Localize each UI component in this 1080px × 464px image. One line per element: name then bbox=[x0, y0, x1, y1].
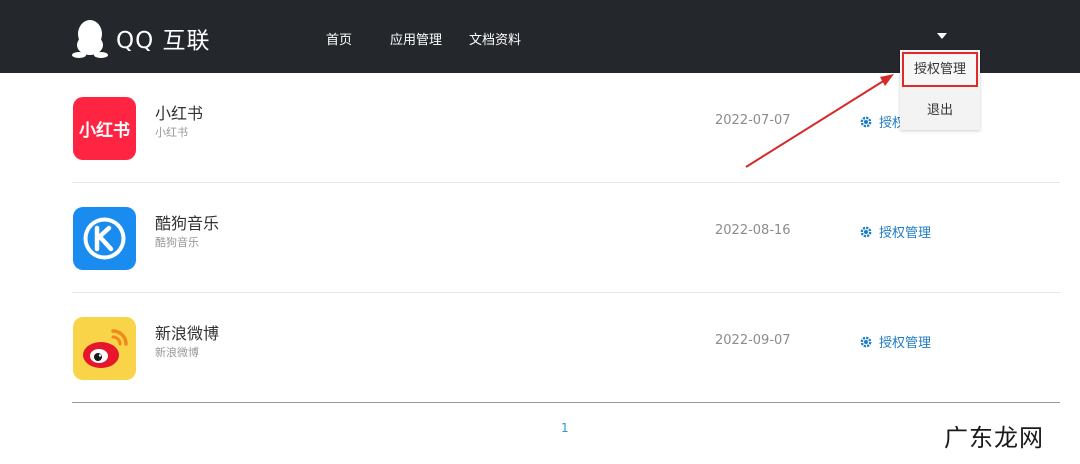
watermark-text: 广东龙网 bbox=[944, 424, 1044, 452]
annotation-arrow-icon bbox=[745, 74, 894, 168]
page: QQ 互联 首页 应用管理 文档资料 小红书 小红书 小红书 2022-07-0… bbox=[0, 0, 1080, 464]
